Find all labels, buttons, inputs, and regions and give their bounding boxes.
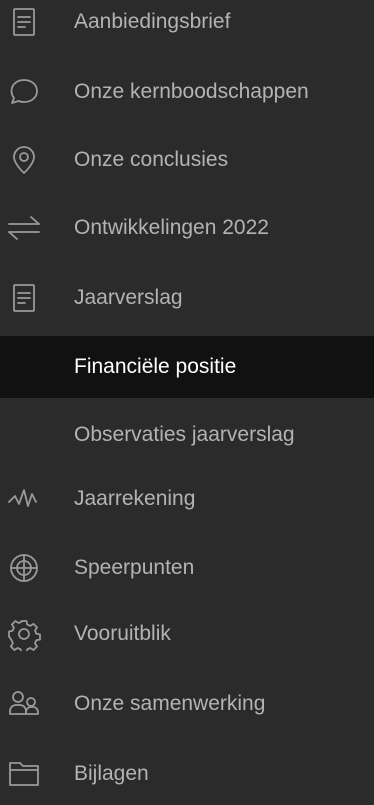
crosshair-icon [7,551,41,585]
location-pin-icon [7,143,41,177]
sidebar-item-aanbiedingsbrief[interactable]: Aanbiedingsbrief [0,0,374,53]
document-icon [7,281,41,315]
sidebar-item-jaarverslag[interactable]: Jaarverslag [0,267,374,329]
sidebar-item-financiele-positie[interactable]: Financiële positie [0,336,374,398]
sidebar-item-label: Vooruitblik [74,622,171,645]
sidebar-item-label: Onze samenwerking [74,692,266,715]
sidebar-item-label: Jaarverslag [74,286,183,309]
sidebar-item-kernboodschappen[interactable]: Onze kernboodschappen [0,61,374,123]
sidebar-item-observaties-jaarverslag[interactable]: Observaties jaarverslag [0,404,374,466]
sidebar-item-label: Speerpunten [74,556,195,579]
sidebar-item-speerpunten[interactable]: Speerpunten [0,537,374,599]
sidebar-nav: Aanbiedingsbrief Onze kernboodschappen O… [0,0,374,787]
sidebar-item-vooruitblik[interactable]: Vooruitblik [0,603,374,665]
sidebar-item-conclusies[interactable]: Onze conclusies [0,129,374,191]
sidebar-item-label: Onze conclusies [74,148,229,171]
sidebar-item-label: Onze kernboodschappen [74,80,309,103]
sidebar-item-label: Bijlagen [74,762,149,785]
sidebar-item-label: Financiële positie [74,355,237,378]
sidebar-item-samenwerking[interactable]: Onze samenwerking [0,673,374,735]
sidebar-item-ontwikkelingen-2022[interactable]: Ontwikkelingen 2022 [0,197,374,259]
pulse-line-icon [7,482,41,516]
document-icon [7,5,41,39]
sidebar-item-label: Ontwikkelingen 2022 [74,216,269,239]
gear-icon [7,617,41,651]
folder-icon [7,757,41,791]
sidebar-item-label: Aanbiedingsbrief [74,10,231,33]
people-icon [7,687,41,721]
sidebar-item-bijlagen[interactable]: Bijlagen [0,743,374,805]
sidebar-item-jaarrekening[interactable]: Jaarrekening [0,468,374,530]
sidebar-item-label: Jaarrekening [74,487,196,510]
arrows-exchange-icon [7,211,41,245]
sidebar-item-label: Observaties jaarverslag [74,423,295,446]
speech-bubble-icon [7,75,41,109]
